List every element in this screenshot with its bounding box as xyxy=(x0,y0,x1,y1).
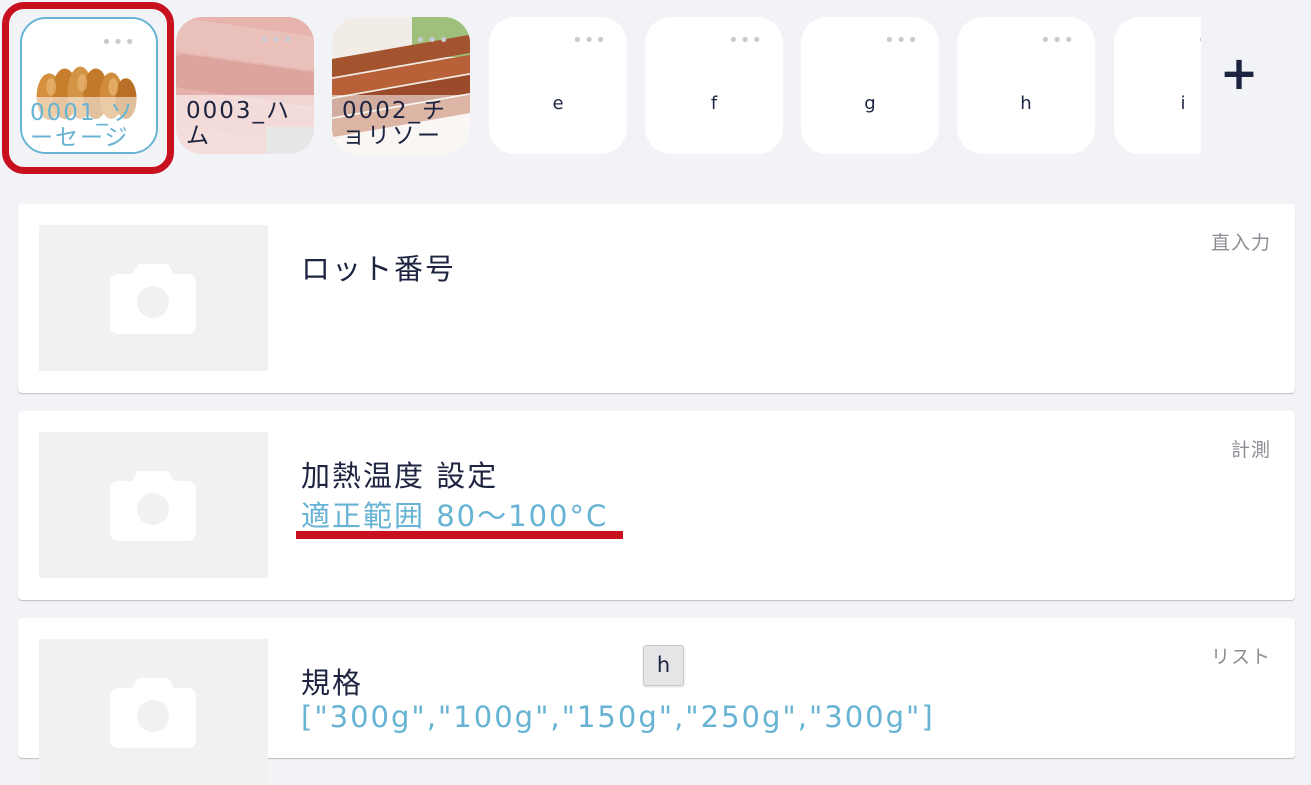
product-tab-label: i xyxy=(1180,93,1186,114)
item-card-heating-temperature[interactable]: 加熱温度 設定 適正範囲 80〜100°C 計測 xyxy=(18,411,1295,600)
item-image-placeholder[interactable] xyxy=(39,639,268,785)
item-image-placeholder[interactable] xyxy=(39,225,268,371)
camera-icon xyxy=(110,471,196,541)
product-tab-e[interactable]: ••• e xyxy=(489,17,627,154)
item-type-label: 計測 xyxy=(1230,439,1271,461)
camera-icon xyxy=(110,264,196,334)
more-dots-icon[interactable]: ••• xyxy=(415,32,450,50)
item-type-label: 直入力 xyxy=(1210,232,1271,254)
more-dots-icon[interactable]: ••• xyxy=(884,32,919,50)
product-tab-f[interactable]: ••• f xyxy=(645,17,783,154)
selection-highlight-annotation xyxy=(2,2,174,174)
product-tab-strip: ••• 0001_ソーセージ ••• 0003_ハム ••• 0002_チョリソ… xyxy=(0,0,1201,170)
product-tab-0002[interactable]: ••• 0002_チョリソー xyxy=(332,17,470,154)
camera-icon xyxy=(110,678,196,748)
more-dots-icon[interactable]: ••• xyxy=(728,32,763,50)
item-image-placeholder[interactable] xyxy=(39,432,268,578)
item-range-text: 適正範囲 80〜100°C xyxy=(301,499,609,533)
item-card-spec[interactable]: 規格 ["300g","100g","150g","250g","300g"] … xyxy=(18,618,1295,785)
more-dots-icon[interactable]: ••• xyxy=(572,32,607,50)
more-dots-icon[interactable]: ••• xyxy=(1040,32,1075,50)
more-dots-icon[interactable]: ••• xyxy=(259,32,294,50)
item-card-lot-number[interactable]: ロット番号 直入力 xyxy=(18,204,1295,393)
item-type-label: リスト xyxy=(1210,646,1271,668)
product-tab-g[interactable]: ••• g xyxy=(801,17,939,154)
add-product-button[interactable]: + xyxy=(1216,50,1262,96)
more-dots-icon[interactable]: ••• xyxy=(1197,32,1201,50)
product-tab-i[interactable]: ••• i xyxy=(1114,17,1201,154)
item-options-text: ["300g","100g","150g","250g","300g"] xyxy=(301,700,935,734)
keyboard-shortcut-hint: h xyxy=(643,645,684,686)
product-tab-h[interactable]: ••• h xyxy=(957,17,1095,154)
range-underline-annotation xyxy=(296,531,623,539)
item-title: 加熱温度 設定 xyxy=(301,459,499,493)
item-title: 規格 xyxy=(301,666,364,700)
product-tab-label: 0002_チョリソー xyxy=(342,98,448,149)
product-tab-0003[interactable]: ••• 0003_ハム xyxy=(176,17,314,154)
item-title: ロット番号 xyxy=(301,252,457,286)
product-tab-label: f xyxy=(710,93,718,114)
product-tab-label: g xyxy=(864,93,876,114)
product-tab-label: 0003_ハム xyxy=(186,98,292,149)
product-tab-label: h xyxy=(1020,93,1032,114)
product-tab-label: e xyxy=(552,93,564,114)
